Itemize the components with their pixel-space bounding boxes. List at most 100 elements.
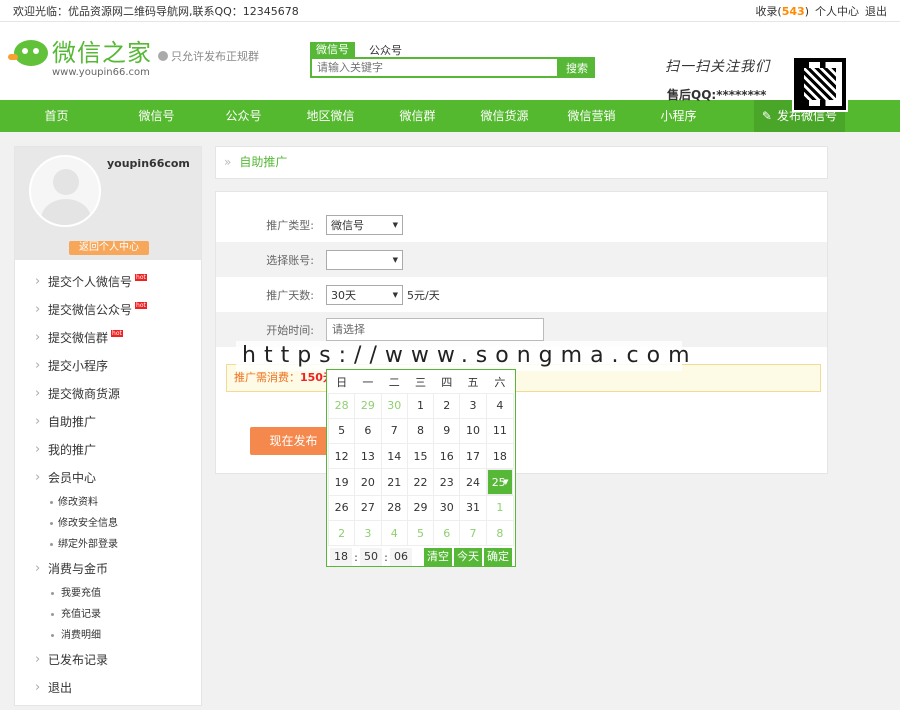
clear-button[interactable]: 清空 — [424, 548, 452, 567]
calendar-day[interactable]: 14 — [380, 443, 408, 470]
calendar-day[interactable]: 28 — [327, 392, 356, 419]
calendar-day[interactable]: 13 — [354, 443, 382, 470]
search-input[interactable] — [310, 57, 559, 78]
nav-marketing[interactable]: 微信营销 — [548, 100, 635, 132]
calendar-day[interactable]: 5 — [406, 519, 435, 547]
calendar-day[interactable]: 7 — [459, 519, 487, 547]
row-days: 推广天数: 30天 5元/天 — [216, 277, 827, 312]
sidebar-item-submit-official[interactable]: 提交微信公众号hot — [15, 296, 201, 324]
sidebar-item-my-promo[interactable]: 我的推广 — [15, 436, 201, 464]
sidebar-sub-edit-profile[interactable]: 修改资料 — [15, 492, 201, 513]
start-time-input[interactable]: 请选择 — [326, 318, 544, 341]
calendar-day[interactable]: 19 — [327, 468, 356, 496]
calendar-day[interactable]: 2 — [327, 519, 356, 547]
sidebar-item-published[interactable]: 已发布记录 — [15, 646, 201, 674]
calendar-day[interactable]: 26 — [327, 494, 356, 521]
check-icon — [158, 51, 168, 61]
calendar-day[interactable]: 10 — [459, 417, 487, 445]
nav-groups[interactable]: 微信群 — [374, 100, 461, 132]
sidebar-item-member[interactable]: 会员中心 — [15, 464, 201, 492]
calendar-day[interactable]: 15 — [406, 443, 435, 470]
sidebar-item-self-promo[interactable]: 自助推广 — [15, 408, 201, 436]
calendar-day[interactable]: 22 — [406, 468, 435, 496]
sidebar-item-submit-mini[interactable]: 提交小程序 — [15, 352, 201, 380]
calendar-day[interactable]: 3 — [459, 392, 487, 419]
nav-miniprogram[interactable]: 小程序 — [635, 100, 722, 132]
service-qq: 售后QQ:******** — [667, 88, 767, 102]
calendar-day[interactable]: 7 — [380, 417, 408, 445]
sidebar-item-submit-wechat[interactable]: 提交个人微信号hot — [15, 268, 201, 296]
minute-field[interactable]: 50 — [360, 548, 382, 567]
calendar-day[interactable]: 31 — [459, 494, 487, 521]
sidebar-item-exit[interactable]: 退出 — [15, 674, 201, 702]
calendar-day[interactable]: 3 — [354, 519, 382, 547]
sidebar-item-submit-group[interactable]: 提交微信群hot — [15, 324, 201, 352]
calendar-day[interactable]: 24 — [459, 468, 487, 496]
site-logo[interactable]: 微信之家 www.youpin66.com 只允许发布正规群 — [8, 40, 259, 78]
calendar-day[interactable]: 21 — [380, 468, 408, 496]
type-select[interactable]: 微信号 — [326, 214, 403, 235]
sidebar-sub-spending[interactable]: 消费明细 — [15, 625, 201, 646]
sidebar-sub-recharge[interactable]: 我要充值 — [15, 583, 201, 604]
header: 微信之家 www.youpin66.com 只允许发布正规群 微信号 公众号 搜… — [0, 22, 900, 112]
sidebar-item-submit-supply[interactable]: 提交微商货源 — [15, 380, 201, 408]
nav-home[interactable]: 首页 — [0, 100, 113, 132]
second-field[interactable]: 06 — [390, 548, 412, 567]
back-to-center-button[interactable]: 返回个人中心 — [69, 241, 149, 255]
calendar-day[interactable]: 1 — [485, 494, 515, 521]
calendar-day[interactable]: 6 — [433, 519, 461, 547]
user-center-link[interactable]: 个人中心 — [815, 3, 859, 19]
weekday-header: 六 — [494, 375, 506, 389]
calendar-day[interactable]: 17 — [459, 443, 487, 470]
account-select[interactable] — [326, 249, 403, 270]
calendar-day[interactable]: 5 — [327, 417, 356, 445]
logout-link[interactable]: 退出 — [865, 3, 887, 19]
nav-supply[interactable]: 微信货源 — [461, 100, 548, 132]
calendar-day[interactable]: 9 — [433, 417, 461, 445]
calendar-day[interactable]: 29 — [354, 392, 382, 419]
sidebar-sub-recharge-log[interactable]: 充值记录 — [15, 604, 201, 625]
calendar-day[interactable]: 11 — [485, 417, 515, 445]
calendar-day[interactable]: 29 — [406, 494, 435, 521]
nav-official[interactable]: 公众号 — [200, 100, 287, 132]
calendar-day[interactable]: 4 — [380, 519, 408, 547]
confirm-button[interactable]: 确定 — [484, 548, 512, 567]
breadcrumb: » 自助推广 — [215, 146, 828, 179]
sidebar-sub-bind[interactable]: 绑定外部登录 — [15, 534, 201, 555]
favorites-link[interactable]: 收录(543) — [755, 3, 809, 19]
search-button[interactable]: 搜索 — [559, 57, 595, 78]
calendar-day[interactable]: 12 — [327, 443, 356, 470]
calendar-day[interactable]: 27 — [354, 494, 382, 521]
weekday-header: 日 — [336, 375, 348, 389]
calendar-day[interactable]: 28 — [380, 494, 408, 521]
calendar-day[interactable]: 18 — [485, 443, 515, 470]
hour-field[interactable]: 18 — [330, 548, 352, 567]
search-tab-wechat[interactable]: 微信号 — [310, 42, 355, 57]
calendar-day[interactable]: 6 — [354, 417, 382, 445]
avatar — [29, 155, 101, 227]
follow-text: 扫一扫关注我们 — [665, 59, 770, 75]
brand-url: www.youpin66.com — [52, 67, 150, 78]
days-select[interactable]: 30天 — [326, 284, 403, 305]
sidebar-item-coins[interactable]: 消费与金币 — [15, 555, 201, 583]
calendar-day[interactable]: 23 — [433, 468, 461, 496]
calendar-day[interactable]: 20 — [354, 468, 382, 496]
calendar-day[interactable]: 30 — [380, 392, 408, 419]
calendar-day[interactable]: 2 — [433, 392, 461, 419]
nav-region[interactable]: 地区微信 — [287, 100, 374, 132]
calendar-day[interactable]: 4 — [485, 392, 515, 419]
today-button[interactable]: 今天 — [454, 548, 482, 567]
calendar-day[interactable]: 16 — [433, 443, 461, 470]
price-text: 5元/天 — [407, 288, 440, 302]
calendar-day[interactable]: 25 — [486, 469, 514, 495]
calendar-day[interactable]: 8 — [485, 519, 515, 547]
publish-now-button[interactable]: 现在发布 — [250, 427, 337, 455]
nav-wechat[interactable]: 微信号 — [113, 100, 200, 132]
sidebar-sub-security[interactable]: 修改安全信息 — [15, 513, 201, 534]
brand-tag: 只允许发布正规群 — [158, 48, 259, 64]
calendar-day[interactable]: 1 — [406, 392, 435, 419]
calendar-day[interactable]: 30 — [433, 494, 461, 521]
search-tab-official[interactable]: 公众号 — [369, 42, 402, 57]
calendar-day[interactable]: 8 — [406, 417, 435, 445]
double-chevron-icon: » — [224, 155, 232, 169]
